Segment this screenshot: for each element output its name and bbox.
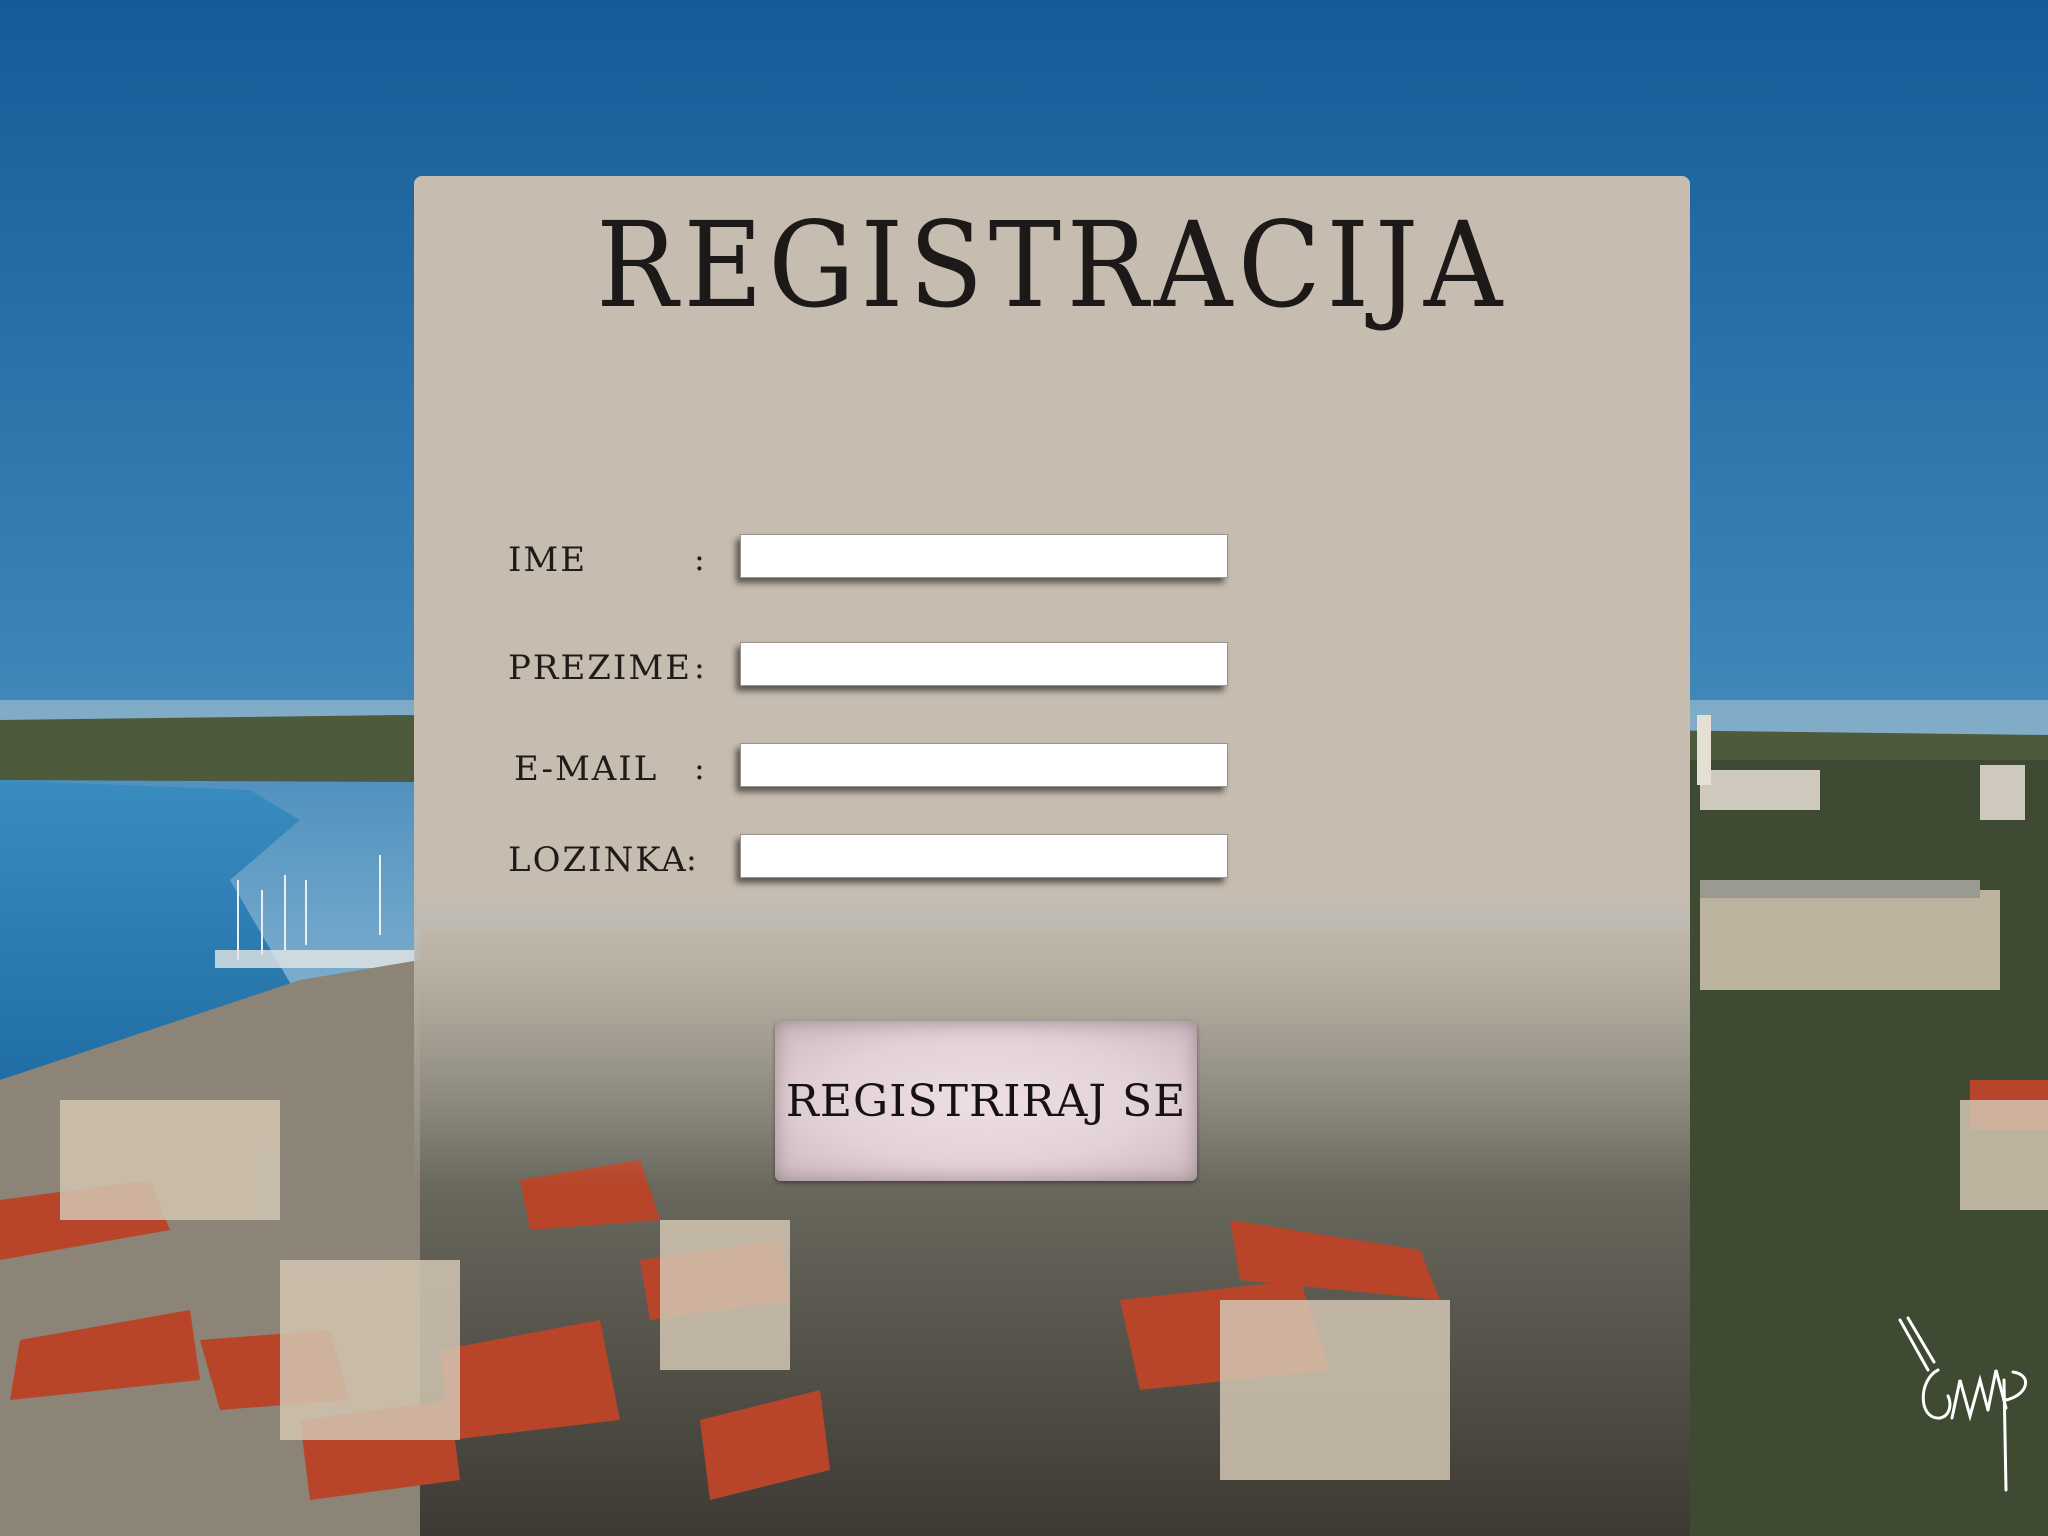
moored-boats — [215, 950, 415, 968]
right-roof — [1700, 880, 1980, 898]
field-row-ime: IME : — [508, 534, 1368, 582]
lozinka-input[interactable] — [740, 834, 1228, 878]
register-button[interactable]: REGISTRIRAJ SE — [775, 1021, 1197, 1181]
prezime-label: PREZIME — [508, 648, 692, 688]
prezime-colon: : — [694, 648, 705, 686]
email-input[interactable] — [740, 743, 1228, 787]
ime-label: IME — [508, 540, 588, 580]
lozinka-label: LOZINKA — [508, 840, 688, 880]
registration-panel: REGISTRACIJA IME : PREZIME : E-MAIL : LO… — [414, 176, 1690, 1186]
field-row-lozinka: LOZINKA : — [508, 834, 1368, 882]
field-row-email: E-MAIL : — [508, 743, 1368, 791]
email-label: E-MAIL — [514, 749, 659, 789]
page-title: REGISTRACIJA — [596, 196, 1508, 334]
ime-input[interactable] — [740, 534, 1228, 578]
email-colon: : — [694, 749, 705, 787]
lozinka-colon: : — [686, 840, 697, 878]
bell-tower — [1697, 715, 1711, 785]
signature-mark — [1898, 1316, 2027, 1492]
ime-colon: : — [694, 540, 705, 578]
field-row-prezime: PREZIME : — [508, 642, 1368, 690]
prezime-input[interactable] — [740, 642, 1228, 686]
registration-screen: REGISTRACIJA IME : PREZIME : E-MAIL : LO… — [0, 0, 2048, 1536]
